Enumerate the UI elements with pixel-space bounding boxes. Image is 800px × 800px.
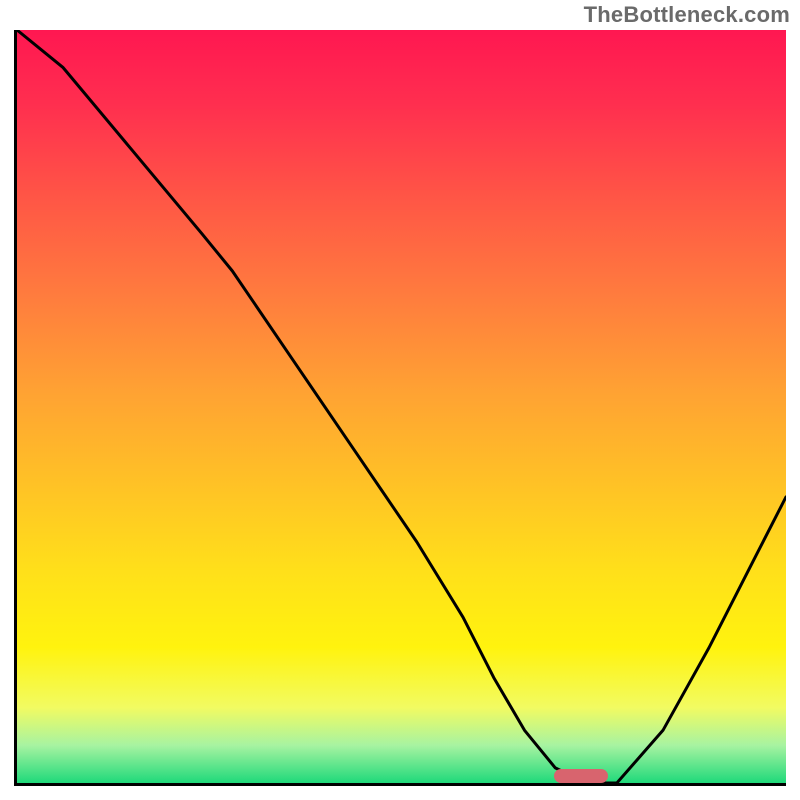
optimal-marker xyxy=(554,769,608,783)
chart-curve-svg xyxy=(17,30,786,783)
chart-plot-area xyxy=(14,30,786,786)
watermark-text: TheBottleneck.com xyxy=(584,2,790,28)
bottleneck-curve-path xyxy=(17,30,786,783)
